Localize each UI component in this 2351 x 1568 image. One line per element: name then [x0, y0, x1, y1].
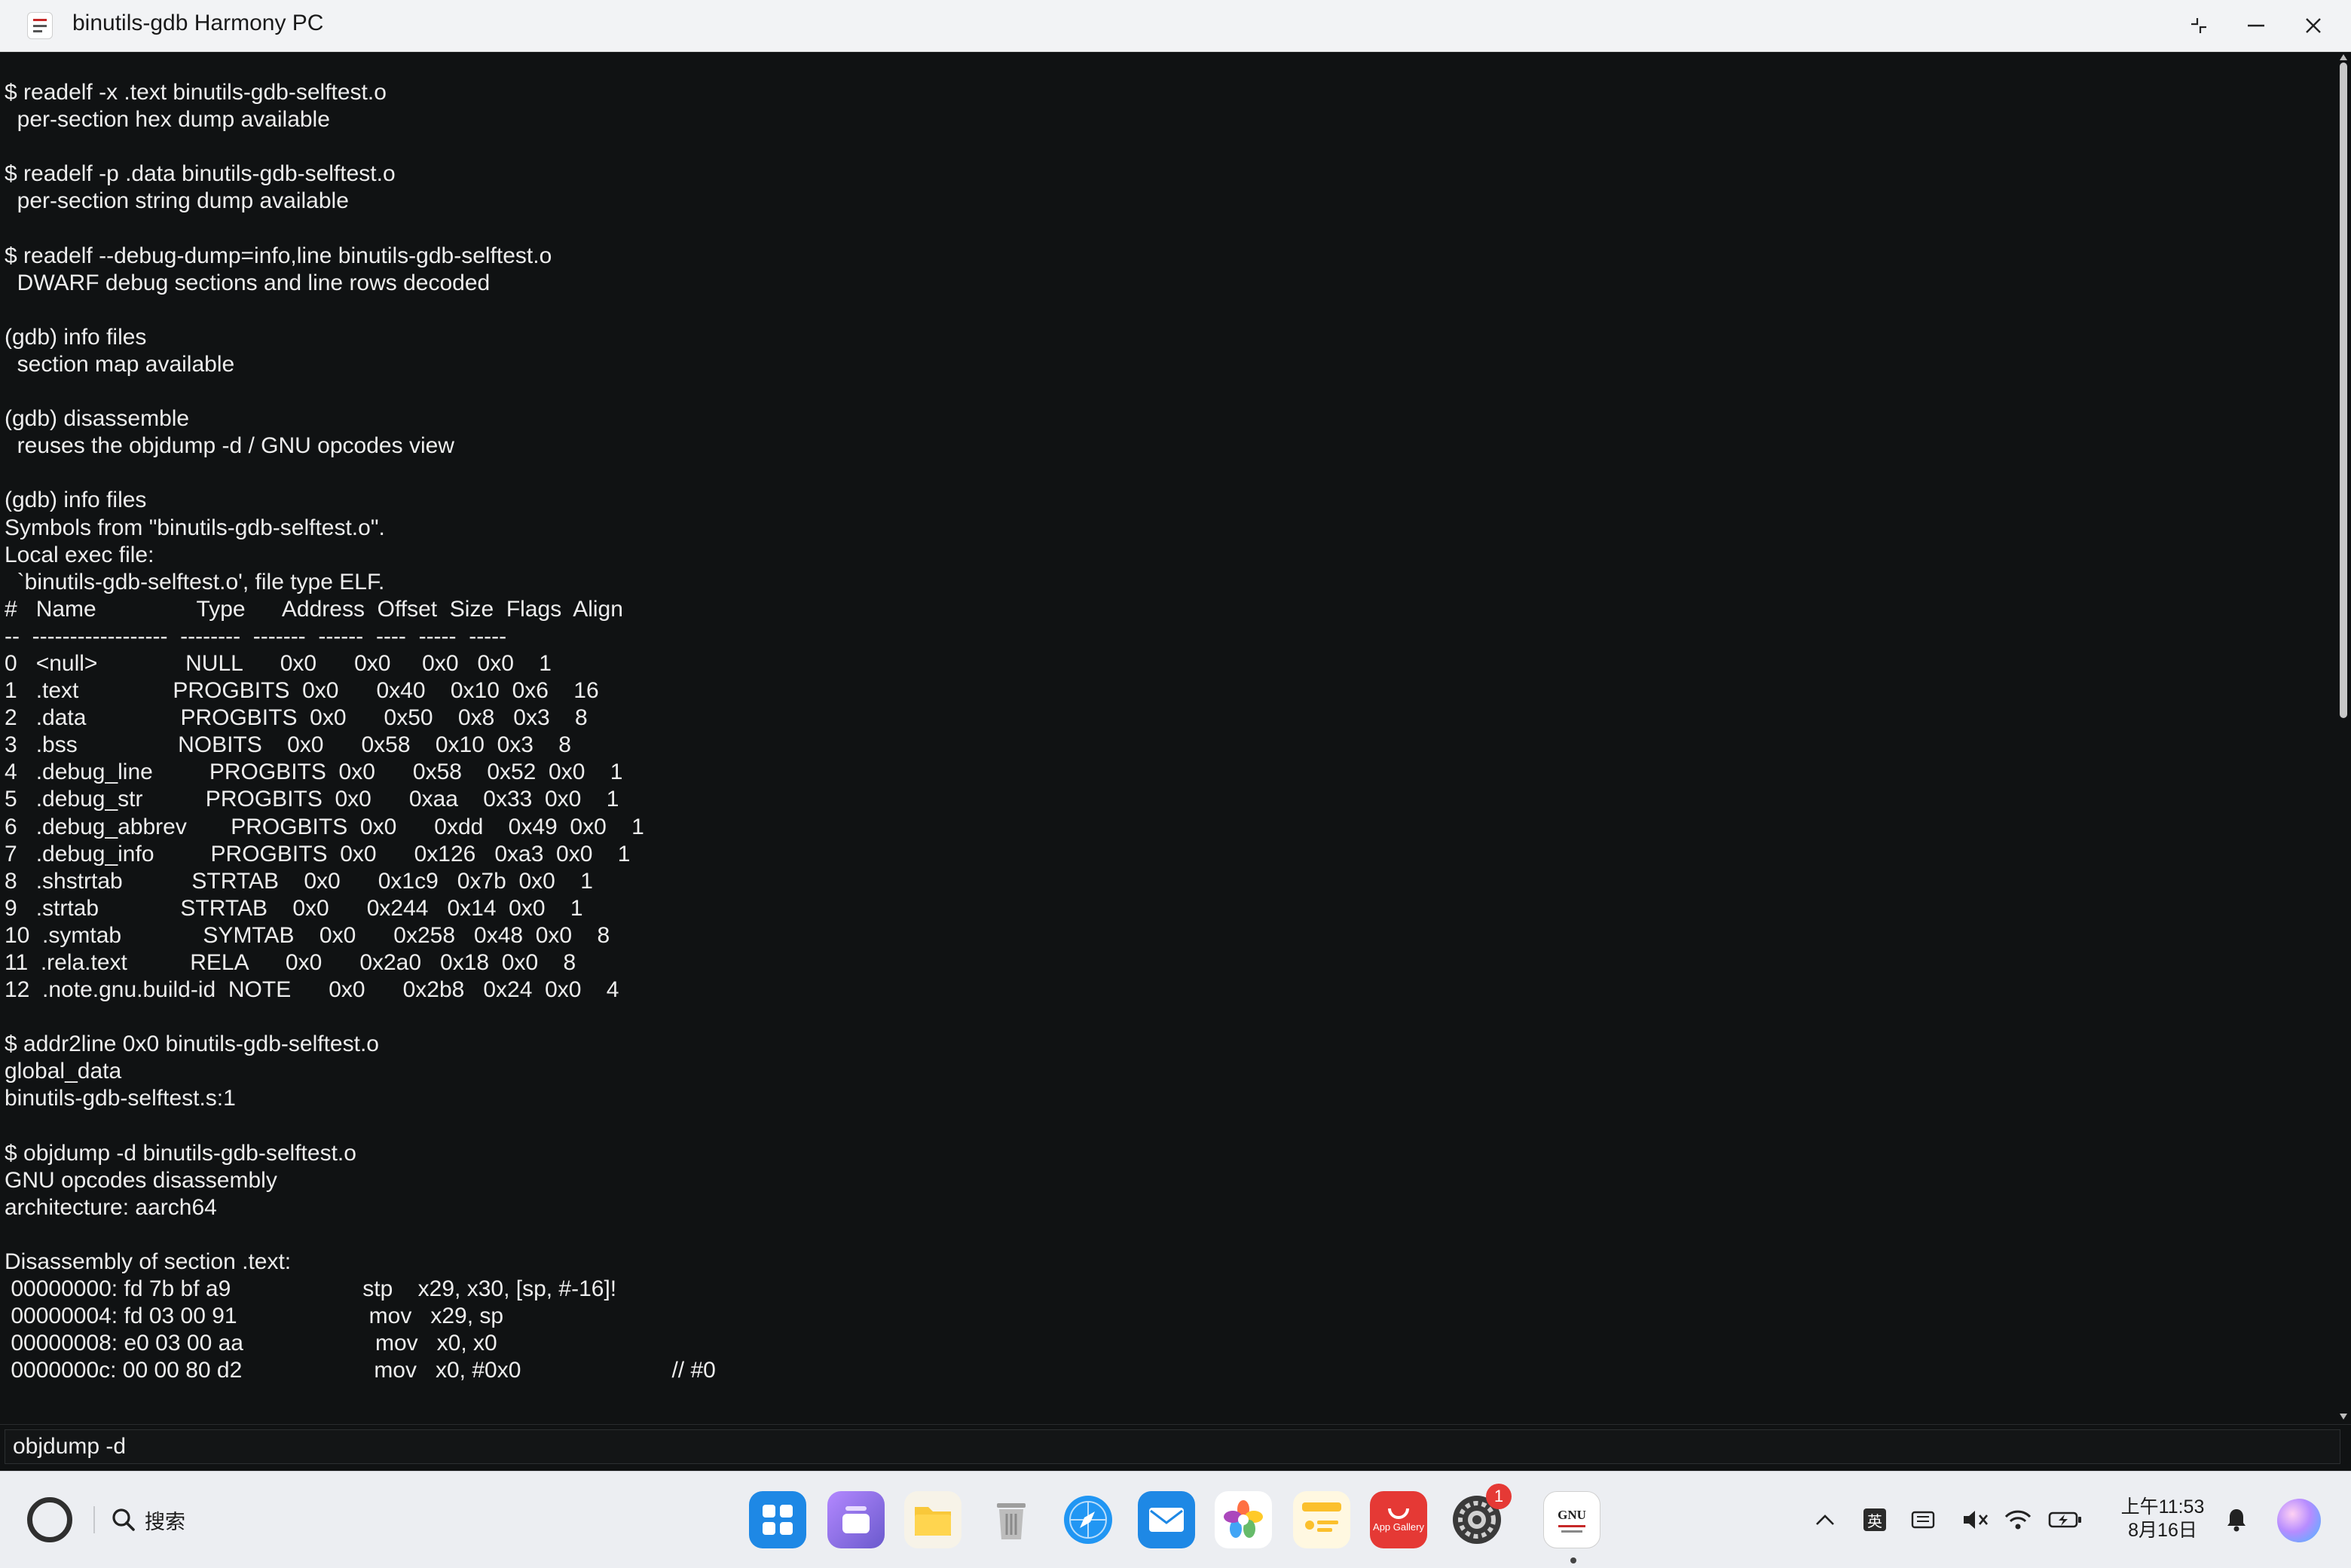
minimize-window-button[interactable] — [2233, 6, 2279, 45]
terminal-scrollbar[interactable] — [2336, 52, 2351, 1423]
terminal-line: 00000000: fd 7b bf a9 stp x29, x30, [sp,… — [5, 1276, 617, 1302]
gnu-binutils-icon[interactable]: GNU — [1543, 1491, 1600, 1548]
terminal-line: binutils-gdb-selftest.s:1 — [5, 1086, 236, 1111]
terminal-line: 2 .data PROGBITS 0x0 0x50 0x8 0x3 8 — [5, 705, 588, 731]
tray-expand-icon[interactable] — [1810, 1505, 1840, 1535]
terminal-line: per-section hex dump available — [5, 107, 330, 133]
scrollbar-thumb[interactable] — [2340, 63, 2347, 718]
battery-charging-icon[interactable] — [2047, 1505, 2084, 1535]
terminal-line: architecture: aarch64 — [5, 1194, 217, 1220]
minimize-icon — [2248, 24, 2264, 27]
app-gallery-icon[interactable]: App Gallery — [1370, 1491, 1427, 1548]
search-label: 搜索 — [145, 1510, 185, 1533]
gnu-label: GNU — [1558, 1507, 1586, 1522]
taskbar-search[interactable]: 搜索 — [110, 1503, 185, 1536]
scroll-up-arrow-icon[interactable] — [2338, 52, 2349, 63]
terminal-line: per-section string dump available — [5, 188, 349, 214]
start-button[interactable] — [27, 1497, 72, 1542]
terminal-line: 12 .note.gnu.build-id NOTE 0x0 0x2b8 0x2… — [5, 977, 619, 1003]
terminal-line: $ readelf --debug-dump=info,line binutil… — [5, 243, 552, 268]
terminal-line: $ readelf -p .data binutils-gdb-selftest… — [5, 161, 396, 187]
taskbar: 搜索 App Gallery 1 GNU 英 上午11:53 8月16日 — [0, 1471, 2351, 1568]
settings-notification-badge: 1 — [1486, 1484, 1512, 1509]
volume-muted-icon[interactable] — [1959, 1505, 1992, 1535]
terminal-line: global_data — [5, 1059, 122, 1084]
files-icon[interactable] — [904, 1491, 961, 1548]
terminal-line: (gdb) disassemble — [5, 406, 190, 432]
terminal-line: $ readelf -x .text binutils-gdb-selftest… — [5, 80, 387, 105]
notes-icon[interactable] — [1293, 1491, 1350, 1548]
terminal-output: $ readelf -x .text binutils-gdb-selftest… — [5, 79, 716, 1385]
terminal-line: 3 .bss NOBITS 0x0 0x58 0x10 0x3 8 — [5, 732, 571, 758]
assistant-orb-icon[interactable] — [2277, 1499, 2321, 1542]
settings-icon[interactable]: 1 — [1448, 1484, 1512, 1548]
terminal-line: `binutils-gdb-selftest.o', file type ELF… — [5, 569, 385, 594]
taskbar-divider — [93, 1506, 95, 1533]
terminal-line: (gdb) info files — [5, 488, 147, 513]
close-window-button[interactable] — [2291, 6, 2336, 45]
app-gallery-label: App Gallery — [1373, 1521, 1424, 1533]
terminal-line: # Name Type Address Offset Size Flags Al… — [5, 596, 623, 622]
notification-bell-icon[interactable] — [2221, 1505, 2252, 1535]
ime-label: 英 — [1863, 1508, 1886, 1531]
terminal-line: 1 .text PROGBITS 0x0 0x40 0x10 0x6 16 — [5, 678, 599, 704]
terminal-line: 7 .debug_info PROGBITS 0x0 0x126 0xa3 0x… — [5, 841, 631, 867]
terminal-line: Disassembly of section .text: — [5, 1249, 292, 1275]
terminal-output-area[interactable]: $ readelf -x .text binutils-gdb-selftest… — [0, 52, 2336, 1423]
terminal-line: 0000000c: 00 00 80 d2 mov x0, #0x0 // #0 — [5, 1358, 716, 1383]
multitask-icon[interactable] — [827, 1491, 885, 1548]
terminal-line: 4 .debug_line PROGBITS 0x0 0x58 0x52 0x0… — [5, 760, 623, 785]
mail-icon[interactable] — [1138, 1491, 1195, 1548]
active-app-indicator — [1570, 1557, 1576, 1563]
terminal-line: section map available — [5, 351, 235, 377]
keyboard-layout-icon[interactable] — [1906, 1505, 1940, 1535]
terminal-line: 0 <null> NULL 0x0 0x0 0x0 0x0 1 — [5, 650, 552, 676]
terminal-line: 11 .rela.text RELA 0x0 0x2a0 0x18 0x0 8 — [5, 950, 576, 975]
browser-icon[interactable] — [1059, 1491, 1117, 1548]
command-input[interactable] — [5, 1429, 2340, 1464]
terminal-line: GNU opcodes disassembly — [5, 1167, 277, 1193]
scroll-down-arrow-icon[interactable] — [2338, 1411, 2349, 1422]
photos-icon[interactable] — [1215, 1491, 1272, 1548]
window-title: binutils-gdb Harmony PC — [72, 11, 324, 35]
terminal-line: 10 .symtab SYMTAB 0x0 0x258 0x48 0x0 8 — [5, 922, 610, 948]
terminal-line: DWARF debug sections and line rows decod… — [5, 270, 491, 295]
restore-window-button[interactable] — [2176, 6, 2221, 45]
terminal-line: 00000008: e0 03 00 aa mov x0, x0 — [5, 1331, 497, 1356]
taskbar-clock[interactable]: 上午11:53 8月16日 — [2114, 1496, 2211, 1542]
terminal-line: 8 .shstrtab STRTAB 0x0 0x1c9 0x7b 0x0 1 — [5, 868, 593, 894]
terminal-line: reuses the objdump -d / GNU opcodes view — [5, 433, 454, 459]
terminal-line: 00000004: fd 03 00 91 mov x29, sp — [5, 1304, 504, 1329]
terminal-line: $ addr2line 0x0 binutils-gdb-selftest.o — [5, 1032, 379, 1057]
app-center-icon[interactable] — [749, 1491, 806, 1548]
terminal-line: -- ------------------ -------- ------- -… — [5, 623, 507, 649]
close-icon — [2306, 18, 2321, 33]
wifi-icon[interactable] — [2001, 1505, 2035, 1535]
terminal-line: $ objdump -d binutils-gdb-selftest.o — [5, 1140, 356, 1166]
binutils-app-icon — [27, 12, 53, 39]
clock-date: 8月16日 — [2128, 1520, 2197, 1541]
restore-icon — [2191, 18, 2206, 33]
terminal-line: 6 .debug_abbrev PROGBITS 0x0 0xdd 0x49 0… — [5, 814, 644, 839]
terminal-line: 9 .strtab STRTAB 0x0 0x244 0x14 0x0 1 — [5, 895, 583, 921]
clock-time: 上午11:53 — [2120, 1496, 2205, 1518]
input-method-indicator[interactable]: 英 — [1860, 1505, 1890, 1535]
terminal-line: (gdb) info files — [5, 324, 147, 350]
terminal-line: Symbols from "binutils-gdb-selftest.o". — [5, 515, 385, 540]
terminal-line: Local exec file: — [5, 542, 154, 567]
trash-icon[interactable] — [983, 1491, 1040, 1548]
terminal-line: 5 .debug_str PROGBITS 0x0 0xaa 0x33 0x0 … — [5, 787, 619, 812]
command-bar — [0, 1424, 2351, 1470]
title-bar: binutils-gdb Harmony PC — [0, 0, 2351, 52]
search-icon — [112, 1508, 135, 1531]
